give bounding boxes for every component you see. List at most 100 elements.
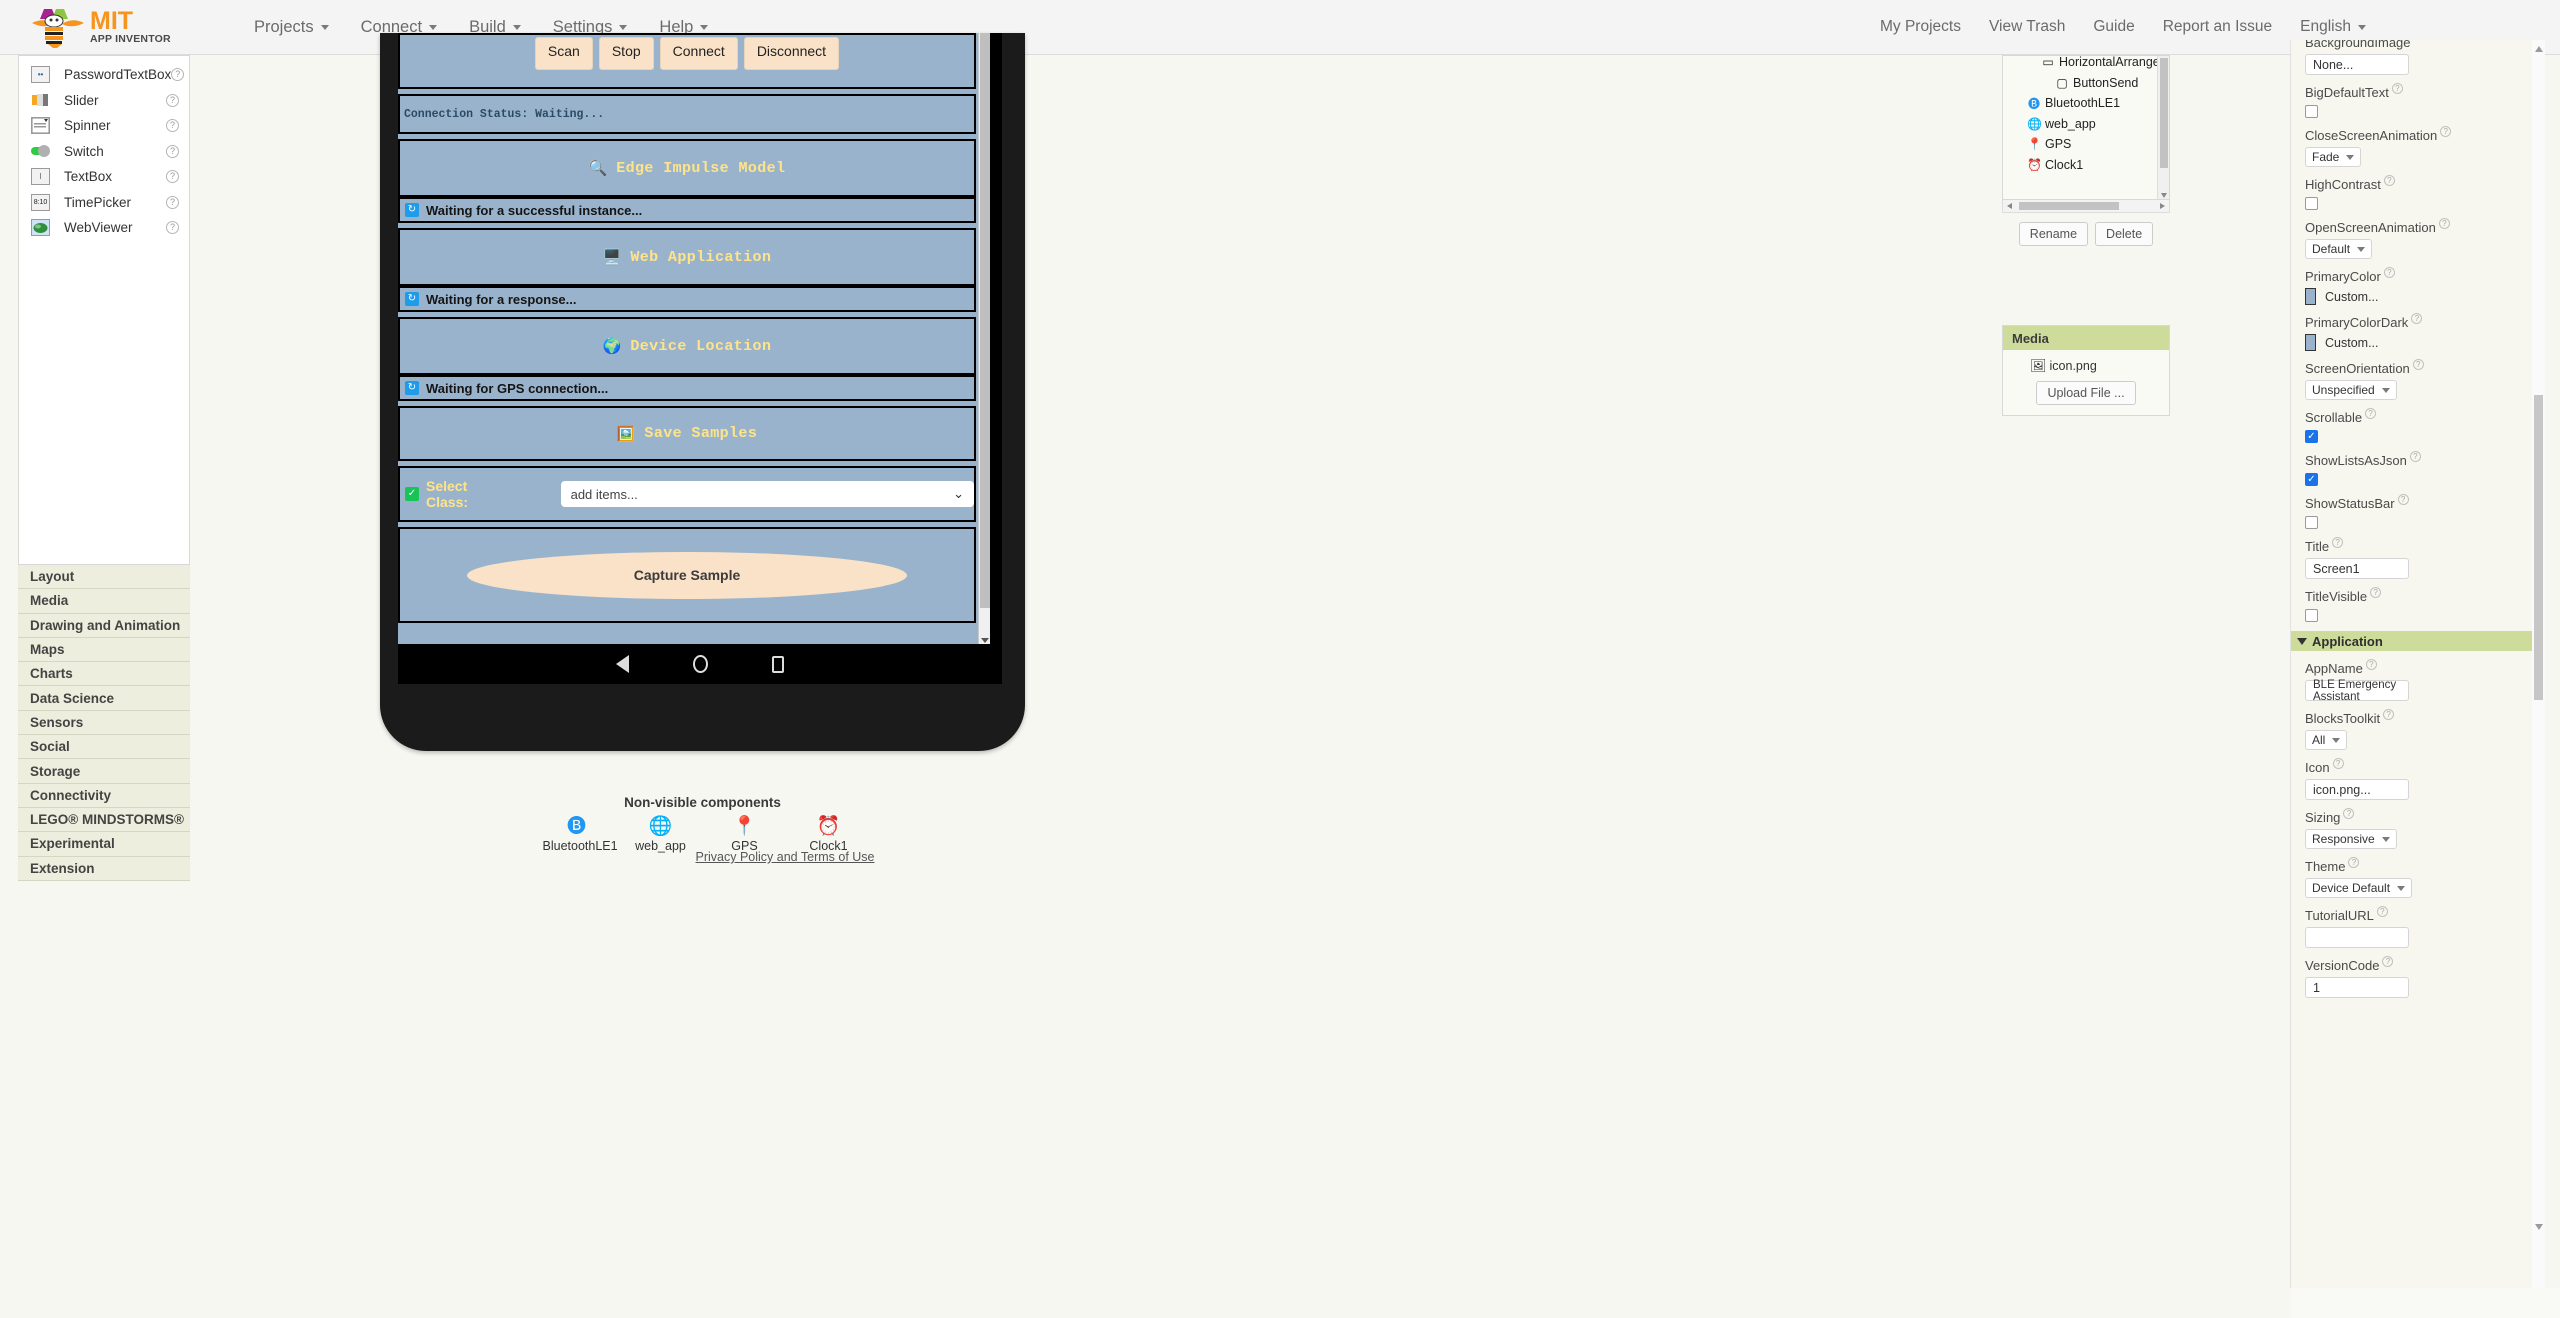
link-my-projects[interactable]: My Projects xyxy=(1866,12,1975,42)
palette-item-passwordtextbox[interactable]: •• PasswordTextBox ? xyxy=(19,62,189,88)
menu-projects[interactable]: Projects xyxy=(238,12,345,43)
tree-row-horizontalarrangement[interactable]: ▭ HorizontalArrangem xyxy=(2003,56,2169,73)
property-select-sizing[interactable]: Responsive xyxy=(2305,829,2397,849)
connect-button[interactable]: Connect xyxy=(659,37,738,70)
help-icon[interactable]: ? xyxy=(2411,313,2423,324)
palette-category-data-science[interactable]: Data Science xyxy=(18,686,190,711)
palette-item-switch[interactable]: Switch ? xyxy=(19,139,189,165)
scrollbar-thumb[interactable] xyxy=(2534,395,2543,700)
help-icon[interactable]: ? xyxy=(2343,808,2355,819)
capture-sample-button[interactable]: Capture Sample xyxy=(467,551,907,599)
tree-horizontal-scrollbar[interactable] xyxy=(2002,200,2170,213)
palette-category-drawing-and-animation[interactable]: Drawing and Animation xyxy=(18,613,190,638)
scroll-down-icon[interactable] xyxy=(2535,1224,2543,1230)
palette-item-spinner[interactable]: Spinner ? xyxy=(19,113,189,139)
scroll-right-icon[interactable] xyxy=(2160,203,2165,209)
property-color-primarycolordark[interactable]: Custom... xyxy=(2305,334,2531,351)
palette-category-media[interactable]: Media xyxy=(18,589,190,614)
scrollbar-thumb[interactable] xyxy=(980,33,990,608)
help-icon[interactable]: ? xyxy=(2332,758,2344,769)
property-select-openscreenanimation[interactable]: Default xyxy=(2305,239,2373,259)
palette-item-slider[interactable]: Slider ? xyxy=(19,88,189,114)
help-icon[interactable]: ? xyxy=(2365,408,2377,419)
palette-category-social[interactable]: Social xyxy=(18,735,190,760)
property-checkbox-titlevisible[interactable] xyxy=(2305,609,2318,622)
tree-row-bluetoothle1[interactable]: 🅑 BluetoothLE1 xyxy=(2003,93,2169,114)
section-web-application[interactable]: 🖥️ Web Application xyxy=(398,228,976,286)
palette-category-connectivity[interactable]: Connectivity xyxy=(18,783,190,808)
section-device-location[interactable]: 🌍 Device Location xyxy=(398,317,976,375)
properties-section-application[interactable]: Application xyxy=(2291,631,2545,651)
status-web-application[interactable]: ↻ Waiting for a response... xyxy=(398,286,976,312)
property-select-blockstoolkit[interactable]: All xyxy=(2305,730,2348,750)
scroll-down-icon[interactable] xyxy=(2161,193,2167,198)
form-canvas[interactable]: Scan Stop Connect Disconnect Connection … xyxy=(398,33,990,644)
connection-status-block[interactable]: Connection Status: Waiting... xyxy=(398,94,976,134)
help-icon[interactable]: ? xyxy=(2391,83,2403,94)
delete-button[interactable]: Delete xyxy=(2095,222,2154,246)
scroll-down-icon[interactable] xyxy=(981,638,989,643)
palette-category-layout[interactable]: Layout xyxy=(18,565,190,590)
scrollbar-thumb[interactable] xyxy=(2019,202,2119,210)
class-spinner[interactable]: add items... ⌄ xyxy=(560,481,974,507)
property-checkbox-highcontrast[interactable] xyxy=(2305,197,2318,210)
property-select-screenorientation[interactable]: Unspecified xyxy=(2305,380,2397,400)
property-checkbox-scrollable[interactable]: ✓ xyxy=(2305,430,2318,443)
help-icon[interactable]: ? xyxy=(2365,659,2377,670)
tree-row-web-app[interactable]: 🌐 web_app xyxy=(2003,114,2169,135)
properties-vertical-scrollbar[interactable] xyxy=(2532,40,2545,1302)
non-visible-bluetoothle1[interactable]: 🅑 BluetoothLE1 xyxy=(543,816,618,853)
scroll-left-icon[interactable] xyxy=(2007,203,2012,209)
section-edge-impulse-model[interactable]: 🔍 Edge Impulse Model xyxy=(398,139,976,197)
status-edge-impulse[interactable]: ↻ Waiting for a successful instance... xyxy=(398,197,976,223)
language-selector[interactable]: English xyxy=(2286,12,2380,42)
link-report-an-issue[interactable]: Report an Issue xyxy=(2149,12,2286,42)
palette-category-extension[interactable]: Extension xyxy=(18,856,190,881)
help-icon[interactable]: ? xyxy=(166,144,179,158)
property-value-icon[interactable]: icon.png... xyxy=(2305,779,2409,800)
tree-vertical-scrollbar[interactable] xyxy=(2157,56,2169,199)
property-color-primarycolor[interactable]: Custom... xyxy=(2305,288,2531,305)
scan-button[interactable]: Scan xyxy=(534,37,593,70)
property-select-closescreenanimation[interactable]: Fade xyxy=(2305,147,2362,167)
non-visible-web-app[interactable]: 🌐 web_app xyxy=(627,816,695,853)
palette-category-lego-mindstorms[interactable]: LEGO® MINDSTORMS® xyxy=(18,807,190,833)
palette-category-experimental[interactable]: Experimental xyxy=(18,832,190,857)
link-view-trash[interactable]: View Trash xyxy=(1975,12,2079,42)
stop-button[interactable]: Stop xyxy=(598,37,654,70)
help-icon[interactable]: ? xyxy=(166,195,179,209)
tree-row-buttonsend[interactable]: ▢ ButtonSend xyxy=(2003,73,2169,94)
home-icon[interactable] xyxy=(693,655,708,673)
help-icon[interactable]: ? xyxy=(166,221,179,235)
help-icon[interactable]: ? xyxy=(2382,956,2394,967)
privacy-policy-link[interactable]: Privacy Policy and Terms of Use xyxy=(195,850,1375,864)
help-icon[interactable]: ? xyxy=(2397,494,2409,505)
help-icon[interactable]: ? xyxy=(2383,267,2395,278)
status-device-location[interactable]: ↻ Waiting for GPS connection... xyxy=(398,375,976,401)
property-checkbox-showstatusbar[interactable] xyxy=(2305,516,2318,529)
link-guide[interactable]: Guide xyxy=(2079,12,2148,42)
help-icon[interactable]: ? xyxy=(166,119,179,133)
back-icon[interactable] xyxy=(616,655,629,673)
palette-item-timepicker[interactable]: 8:10 TimePicker ? xyxy=(19,190,189,216)
tree-row-gps[interactable]: 📍 GPS xyxy=(2003,134,2169,155)
help-icon[interactable]: ? xyxy=(166,93,179,107)
mit-app-inventor-logo[interactable]: MIT APP INVENTOR xyxy=(30,5,210,49)
capture-sample-block[interactable]: Capture Sample xyxy=(398,527,976,623)
help-icon[interactable]: ? xyxy=(2370,587,2382,598)
help-icon[interactable]: ? xyxy=(2412,359,2424,370)
property-value-versioncode[interactable]: 1 xyxy=(2305,977,2409,998)
help-icon[interactable]: ? xyxy=(2332,537,2344,548)
help-icon[interactable]: ? xyxy=(2376,906,2388,917)
palette-item-textbox[interactable]: I TextBox ? xyxy=(19,164,189,190)
palette-item-webviewer[interactable]: WebViewer ? xyxy=(19,215,189,241)
section-save-samples[interactable]: 🖼️ Save Samples xyxy=(398,406,976,461)
ble-button-row[interactable]: Scan Stop Connect Disconnect xyxy=(398,33,976,89)
recents-icon[interactable] xyxy=(772,655,784,673)
disconnect-button[interactable]: Disconnect xyxy=(743,37,840,70)
help-icon[interactable]: ? xyxy=(2383,709,2395,720)
property-select-theme[interactable]: Device Default xyxy=(2305,878,2413,898)
property-checkbox-bigdefaulttext[interactable] xyxy=(2305,105,2318,118)
media-file-icon-png[interactable]: 🖼 icon.png xyxy=(2003,358,2169,374)
help-icon[interactable]: ? xyxy=(166,170,179,184)
